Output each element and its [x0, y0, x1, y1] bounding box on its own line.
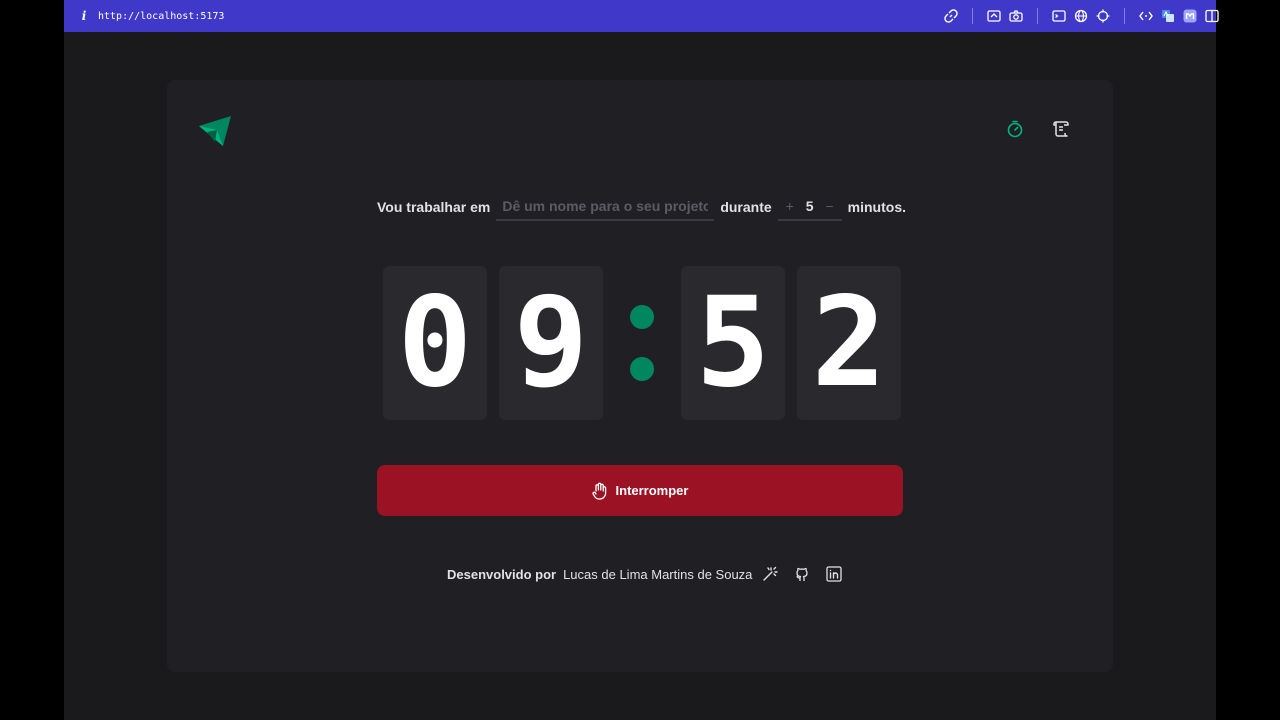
header-nav: [1003, 118, 1073, 142]
link-icon[interactable]: [942, 7, 960, 25]
github-icon[interactable]: [792, 564, 812, 584]
seconds-ones-digit: 2: [797, 266, 901, 420]
translate-icon[interactable]: [1159, 7, 1177, 25]
timer-icon: [1007, 120, 1023, 138]
interrupt-button-label: Interromper: [615, 483, 689, 498]
task-form: Vou trabalhar em durante + 5 − minutos.: [377, 193, 906, 221]
globe-icon[interactable]: [1072, 7, 1090, 25]
camera-icon[interactable]: [1007, 7, 1025, 25]
magic-wand-icon: [760, 564, 780, 584]
minutes-stepper[interactable]: + 5 −: [777, 193, 842, 221]
address-bar[interactable]: http://localhost:5173: [98, 11, 224, 22]
logo-icon: [197, 114, 233, 150]
app-card: Vou trabalhar em durante + 5 − minutos. …: [167, 80, 1113, 672]
minutes-tens-digit: 0: [383, 266, 487, 420]
sidebar-toggle-icon[interactable]: [1203, 7, 1221, 25]
crosshair-icon[interactable]: [1094, 7, 1112, 25]
linkedin-icon[interactable]: [824, 564, 844, 584]
nav-timer-link[interactable]: [1003, 118, 1027, 142]
nav-history-link[interactable]: [1049, 118, 1073, 142]
increment-button[interactable]: +: [786, 198, 794, 214]
extensions-icon[interactable]: [1137, 7, 1155, 25]
browser-toolbar: i http://localhost:5173: [64, 0, 1219, 32]
form-prefix: Vou trabalhar em: [377, 199, 491, 215]
footer-label: Desenvolvido por: [447, 566, 557, 582]
form-middle: durante: [720, 199, 772, 215]
separator-dot: [630, 357, 654, 381]
form-suffix: minutos.: [847, 199, 907, 215]
separator-dot: [630, 305, 654, 329]
task-input[interactable]: [496, 193, 715, 221]
m-extension-icon[interactable]: [1181, 7, 1199, 25]
screenshot-icon[interactable]: [985, 7, 1003, 25]
hand-icon: [591, 482, 606, 500]
viewport: i http://localhost:5173 Vou trabalhar em…: [64, 0, 1219, 720]
info-icon[interactable]: i: [76, 9, 92, 23]
countdown: 0 9 5 2: [383, 266, 901, 420]
seconds-tens-digit: 5: [681, 266, 785, 420]
decrement-button[interactable]: −: [825, 198, 833, 214]
footer: Desenvolvido por Lucas de Lima Martins d…: [447, 564, 856, 584]
toolbar-divider: [1037, 8, 1038, 24]
terminal-icon[interactable]: [1050, 7, 1068, 25]
minutes-value[interactable]: 5: [806, 198, 814, 214]
toolbar-divider: [1124, 8, 1125, 24]
interrupt-button[interactable]: Interromper: [377, 465, 903, 516]
minutes-ones-digit: 9: [499, 266, 603, 420]
countdown-separator: [615, 266, 669, 420]
toolbar-divider: [972, 8, 973, 24]
scroll-icon: [1053, 121, 1069, 137]
developer-name: Lucas de Lima Martins de Souza: [563, 566, 753, 582]
